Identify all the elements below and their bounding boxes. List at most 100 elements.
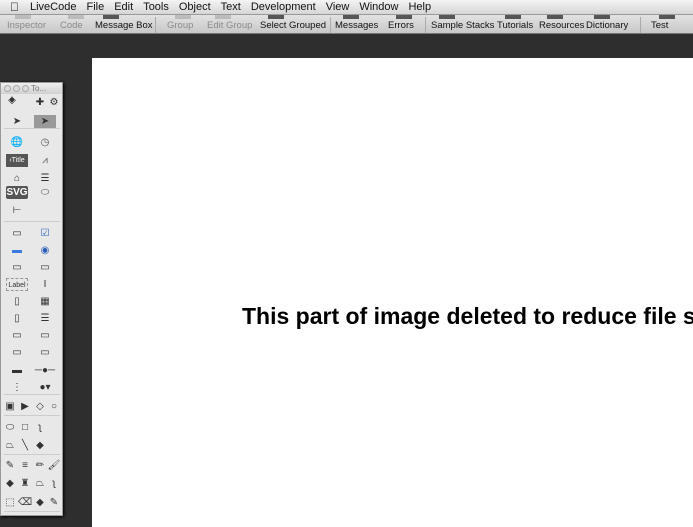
zoom-icon[interactable] xyxy=(22,85,29,92)
scrolling-list-icon[interactable]: ☰ xyxy=(34,312,56,325)
tab-panel-icon[interactable]: ▭ xyxy=(34,261,56,274)
circle-icon[interactable]: ○ xyxy=(47,400,61,413)
toolbar-icon xyxy=(175,15,191,19)
run-edit-tool-icon[interactable]: ➤ xyxy=(34,115,56,128)
toolbar-resources-button[interactable]: Resources xyxy=(539,20,584,31)
label-field-icon[interactable]: Label xyxy=(6,278,28,291)
palette-title-bar[interactable]: To... xyxy=(1,83,62,94)
toolbar-messages-button[interactable]: Messages xyxy=(335,20,378,31)
toolbar-icon xyxy=(439,15,455,19)
pointer-tool-icon[interactable]: ➤ xyxy=(6,115,28,128)
menu-help[interactable]: Help xyxy=(403,1,436,13)
select-icon[interactable]: ⬚ xyxy=(3,496,17,509)
toolbar-sample-stacks-button[interactable]: Sample Stacks xyxy=(431,20,494,31)
toolbar-edit-group-button[interactable]: Edit Group xyxy=(207,20,252,31)
menu-edit[interactable]: Edit xyxy=(109,1,138,13)
scrolling-field-icon[interactable]: ▯ xyxy=(6,295,28,308)
oval-icon[interactable]: ⬭ xyxy=(3,421,17,434)
toolbar-icon xyxy=(659,15,675,19)
menu-development[interactable]: Development xyxy=(246,1,321,13)
toolbar-inspector-button[interactable]: Inspector xyxy=(7,20,46,31)
paint-width-icon[interactable]: ≡ xyxy=(3,514,17,527)
palette-divider xyxy=(4,415,60,416)
tree-view-icon[interactable]: ⊢ xyxy=(6,204,28,217)
browser-widget-icon[interactable]: 🌐 xyxy=(6,136,28,149)
paint-pattern-icon[interactable]: ✦ xyxy=(1,94,23,107)
paint-polygon-icon[interactable]: ⏢ xyxy=(33,477,47,490)
gear-icon[interactable]: ⚙ xyxy=(43,96,65,109)
close-icon[interactable] xyxy=(4,85,11,92)
toolbar-dictionary-button[interactable]: Dictionary xyxy=(586,20,628,31)
toolbar-icon xyxy=(215,15,231,19)
line-icon[interactable]: ╲ xyxy=(18,439,32,452)
navigation-bar-icon[interactable]: ⌂ xyxy=(6,172,28,185)
little-arrows-icon[interactable]: ●▾ xyxy=(34,381,56,394)
popup-menu-icon[interactable]: ▭ xyxy=(34,329,56,342)
toolbar-separator xyxy=(155,17,156,33)
line-graph-widget-icon[interactable]: ⩘ xyxy=(34,154,56,167)
switch-button-icon[interactable]: ⬭ xyxy=(34,186,56,199)
toolbar-errors-button[interactable]: Errors xyxy=(388,20,414,31)
freehand-icon[interactable]: ʅ xyxy=(33,421,47,434)
menu-livecode[interactable]: LiveCode xyxy=(25,1,81,13)
text-field-icon[interactable]: I xyxy=(34,278,56,291)
brush-icon[interactable]: 🖌 xyxy=(47,459,61,472)
checkbox-icon[interactable]: ☑ xyxy=(34,227,56,240)
diamond-icon[interactable]: ◇ xyxy=(33,400,47,413)
slider-icon[interactable]: ─●─ xyxy=(34,364,56,377)
polygon-icon[interactable]: ⏢ xyxy=(3,439,17,452)
menu-file[interactable]: File xyxy=(81,1,109,13)
toolbar: Inspector Code Message Box Group Edit Group S… xyxy=(0,15,693,34)
menu-text[interactable]: Text xyxy=(216,1,246,13)
menu-bar:  LiveCodeFileEditToolsObjectTextDevelop… xyxy=(0,0,693,15)
pencil-icon[interactable]: ✏ xyxy=(33,459,47,472)
segmented-control-icon[interactable]: ☰ xyxy=(34,172,56,185)
line-width-icon[interactable]: ≡ xyxy=(18,459,32,472)
toolbar-icon xyxy=(594,15,610,19)
fill-color-icon[interactable]: ◆ xyxy=(33,439,47,452)
clock-widget-icon[interactable]: ◷ xyxy=(34,136,56,149)
svg-icon-widget-icon[interactable]: SVG xyxy=(6,186,28,199)
toolbar-group-button[interactable]: Group xyxy=(167,20,193,31)
toolbar-separator xyxy=(640,17,641,33)
option-menu-icon[interactable]: ▭ xyxy=(6,329,28,342)
push-button-icon[interactable]: ▭ xyxy=(6,227,28,240)
menu-tools[interactable]: Tools xyxy=(138,1,174,13)
line-color-icon[interactable]: ✎ xyxy=(3,459,17,472)
menu-view[interactable]: View xyxy=(321,1,355,13)
rectangle-button-icon[interactable]: ▭ xyxy=(6,261,28,274)
scrollbar-icon[interactable]: ⋮ xyxy=(6,381,28,394)
combo-box-icon[interactable]: ▭ xyxy=(6,346,28,359)
paint-freehand-icon[interactable]: ʅ xyxy=(47,477,61,490)
bucket-icon[interactable]: ◆ xyxy=(3,477,17,490)
palette-title: To... xyxy=(31,84,47,93)
pulldown-menu-icon[interactable]: ▭ xyxy=(34,346,56,359)
progress-bar-icon[interactable]: ▬ xyxy=(6,364,28,377)
paint-fill-color-icon[interactable]: ◆ xyxy=(33,496,47,509)
image-icon[interactable]: ▣ xyxy=(3,400,17,413)
table-field-icon[interactable]: ▦ xyxy=(34,295,56,308)
apple-icon[interactable]:  xyxy=(0,0,25,14)
menu-window[interactable]: Window xyxy=(354,1,403,13)
toolbar-test-button[interactable]: Test xyxy=(651,20,668,31)
list-field-icon[interactable]: ▯ xyxy=(6,312,28,325)
spray-icon[interactable]: ♜ xyxy=(18,477,32,490)
paint-line-color-icon[interactable]: ✎ xyxy=(47,496,61,509)
minimize-icon[interactable] xyxy=(13,85,20,92)
toolbar-icon xyxy=(343,15,359,19)
default-button-icon[interactable]: ▬ xyxy=(6,244,28,257)
toolbar-tutorials-button[interactable]: Tutorials xyxy=(497,20,533,31)
eraser-icon[interactable]: ⌫ xyxy=(18,496,32,509)
toolbar-select-grouped-button[interactable]: Select Grouped xyxy=(260,20,326,31)
stack-canvas[interactable]: This part of image deleted to reduce fil… xyxy=(92,58,693,527)
header-bar-widget-icon[interactable]: ‹Title xyxy=(6,154,28,167)
toolbar-code-button[interactable]: Code xyxy=(60,20,83,31)
radio-button-icon[interactable]: ◉ xyxy=(34,244,56,257)
toolbar-icon xyxy=(268,15,284,19)
toolbar-message-box-button[interactable]: Message Box xyxy=(95,20,153,31)
palette-divider xyxy=(4,394,60,395)
tools-palette: To... ✚ ⚙ ➤ ➤ 🌐 ◷ ‹Title ⩘ ⌂ ☰ SVG ⬭ ⊢ ▭ ☑ ▬ ◉ ▭ ▭ Label I ▯ ▦… xyxy=(0,82,65,526)
rectangle-icon[interactable]: □ xyxy=(18,421,32,434)
menu-object[interactable]: Object xyxy=(174,1,216,13)
player-icon[interactable]: ▶ xyxy=(18,400,32,413)
